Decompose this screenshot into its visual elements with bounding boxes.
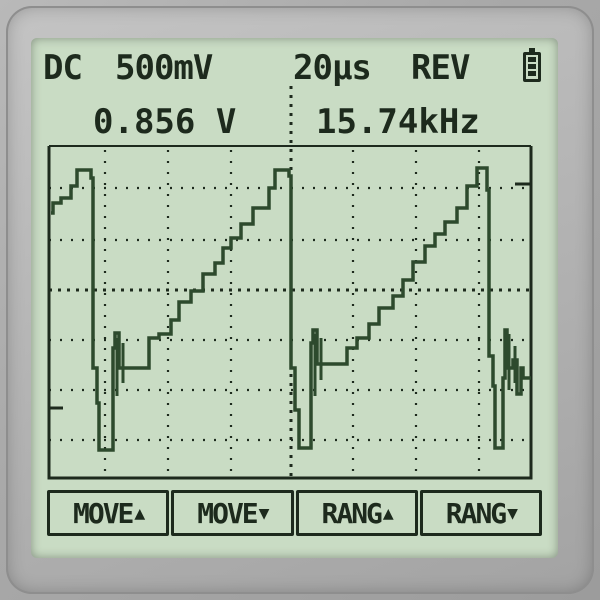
edge-noise	[115, 334, 517, 396]
move-up-button[interactable]: MOVE ▲	[47, 490, 170, 536]
move-down-button[interactable]: MOVE ▼	[171, 490, 294, 536]
up-arrow-icon: ▲	[382, 502, 394, 524]
softkey-bar: MOVE ▲ MOVE ▼ RANG ▲ RANG ▼	[47, 490, 542, 536]
down-arrow-icon: ▼	[507, 502, 518, 524]
waveform-trace	[51, 166, 531, 452]
range-up-button[interactable]: RANG ▲	[295, 490, 418, 536]
softkey-label: MOVE	[72, 496, 134, 530]
softkey-label: RANG	[445, 496, 507, 530]
up-arrow-icon: ▲	[134, 502, 145, 524]
softkey-label: RANG	[321, 496, 382, 530]
softkey-label: MOVE	[197, 496, 258, 530]
lcd-screen: DC 500mV 20μs REV 0.856 V 15.74kHz MOVE …	[31, 38, 558, 558]
range-down-button[interactable]: RANG ▼	[419, 490, 542, 536]
waveform-display	[47, 86, 533, 480]
down-arrow-icon: ▼	[258, 502, 270, 524]
